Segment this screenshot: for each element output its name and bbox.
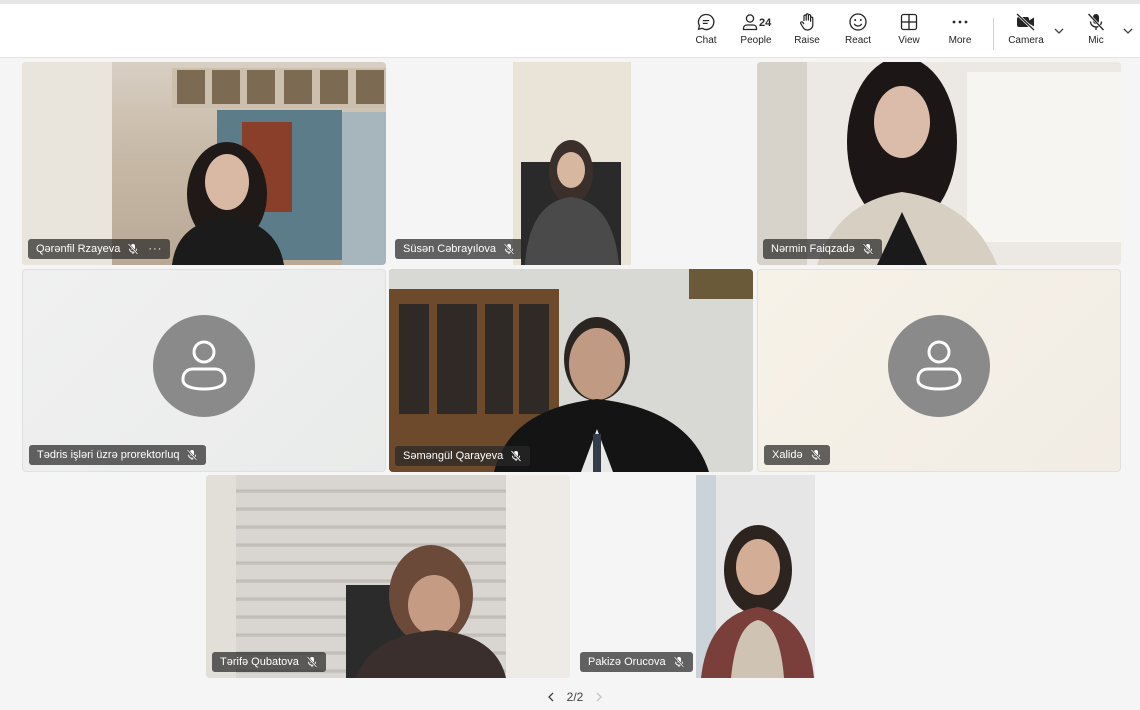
participant-name: Nərmin Faiqzadə — [771, 243, 855, 255]
people-count: 24 — [759, 17, 772, 29]
blinds-scene — [206, 475, 570, 678]
raise-hand-icon — [800, 13, 814, 31]
muted-mic-icon — [128, 243, 139, 255]
muted-mic-icon — [810, 449, 821, 461]
more-button[interactable]: More — [935, 12, 985, 54]
view-button[interactable]: View — [884, 12, 934, 54]
participant-name-tag: Süsən Cəbrayılova — [395, 239, 523, 259]
participant-name-tag: Xalidə — [764, 445, 830, 465]
muted-mic-icon — [306, 656, 318, 668]
gallery-pager: 2/2 — [540, 687, 610, 707]
camera-off-icon — [1016, 13, 1035, 31]
more-label: More — [948, 35, 972, 46]
participant-tile[interactable]: Xalidə — [757, 269, 1121, 472]
participant-video — [513, 62, 631, 265]
participant-name-tag: Nərmin Faiqzadə — [763, 239, 882, 259]
previous-page-icon[interactable] — [545, 691, 557, 703]
participant-tile[interactable]: Süsən Cəbrayılova — [389, 62, 753, 265]
mic-label: Mic — [1088, 35, 1104, 46]
people-label: People — [740, 35, 772, 46]
muted-mic-icon — [862, 243, 873, 255]
participant-name: Pakizə Orucova — [588, 656, 666, 668]
office-scene — [22, 62, 386, 265]
person-placeholder-icon — [916, 340, 962, 391]
participant-name-tag: Pakizə Orucova — [580, 652, 693, 672]
participant-video — [206, 475, 570, 678]
participant-name: Səməngül Qarayeva — [403, 450, 504, 462]
muted-mic-icon — [511, 450, 522, 462]
participant-video — [22, 62, 386, 265]
meeting-toolbar: Chat 24 People Raise React View More Cam… — [0, 4, 1140, 58]
portrait-scene — [696, 475, 815, 678]
raise-hand-button[interactable]: Raise — [782, 12, 832, 54]
participant-name-tag: Qərənfil Rzayeva ··· — [28, 239, 171, 259]
participant-name-tag: Səməngül Qarayeva — [395, 446, 531, 466]
video-gallery: Qərənfil Rzayeva ··· Süsən Cəbrayılova N… — [0, 58, 1140, 710]
participant-name-tag: Tərifə Qubatova — [212, 652, 326, 672]
smile-icon — [849, 13, 867, 31]
avatar — [888, 314, 990, 417]
chat-icon — [697, 13, 715, 31]
participant-tile[interactable]: Qərənfil Rzayeva ··· — [22, 62, 386, 265]
participant-tile[interactable]: Səməngül Qarayeva — [389, 269, 753, 472]
mic-button[interactable]: Mic — [1071, 12, 1121, 54]
participant-options-icon[interactable]: ··· — [148, 239, 162, 259]
next-page-icon[interactable] — [593, 691, 605, 703]
participant-tile[interactable]: Nərmin Faiqzadə — [757, 62, 1121, 265]
portrait-scene — [513, 62, 631, 265]
participant-tile[interactable]: Tərifə Qubatova — [206, 475, 570, 678]
muted-mic-icon — [187, 449, 198, 461]
page-indicator: 2/2 — [566, 690, 584, 704]
participant-video — [757, 62, 1121, 265]
camera-options-chevron-icon[interactable] — [1052, 24, 1066, 38]
avatar — [153, 314, 255, 417]
camera-button[interactable]: Camera — [1001, 12, 1051, 54]
participant-name: Tədris işləri üzrə prorektorluq — [37, 449, 180, 461]
raise-label: Raise — [794, 35, 820, 46]
participant-name: Xalidə — [772, 449, 803, 461]
more-icon — [952, 20, 968, 24]
participant-video — [389, 269, 753, 472]
participant-name: Qərənfil Rzayeva — [36, 243, 121, 255]
react-label: React — [844, 35, 872, 46]
room-scene — [757, 62, 1121, 265]
grid-view-icon — [900, 13, 918, 31]
mic-options-chevron-icon[interactable] — [1121, 24, 1135, 38]
person-placeholder-icon — [181, 340, 227, 391]
participant-name: Süsən Cəbrayılova — [403, 243, 496, 255]
chat-label: Chat — [695, 35, 717, 46]
participant-video — [696, 475, 815, 678]
react-button[interactable]: React — [833, 12, 883, 54]
view-label: View — [898, 35, 920, 46]
participant-tile[interactable]: Tədris işləri üzrə prorektorluq — [22, 269, 386, 472]
toolbar-separator — [993, 18, 994, 50]
people-icon — [742, 14, 758, 31]
people-button[interactable]: 24 People — [731, 12, 781, 54]
participant-name-tag: Tədris işləri üzrə prorektorluq — [29, 445, 207, 465]
mic-off-icon — [1087, 13, 1105, 31]
muted-mic-icon — [503, 243, 515, 255]
chat-button[interactable]: Chat — [681, 12, 731, 54]
participant-name: Tərifə Qubatova — [220, 656, 299, 668]
camera-label: Camera — [1008, 35, 1044, 46]
muted-mic-icon — [673, 656, 684, 668]
cabinet-scene — [389, 269, 753, 472]
participant-tile[interactable]: Pakizə Orucova — [574, 475, 938, 678]
